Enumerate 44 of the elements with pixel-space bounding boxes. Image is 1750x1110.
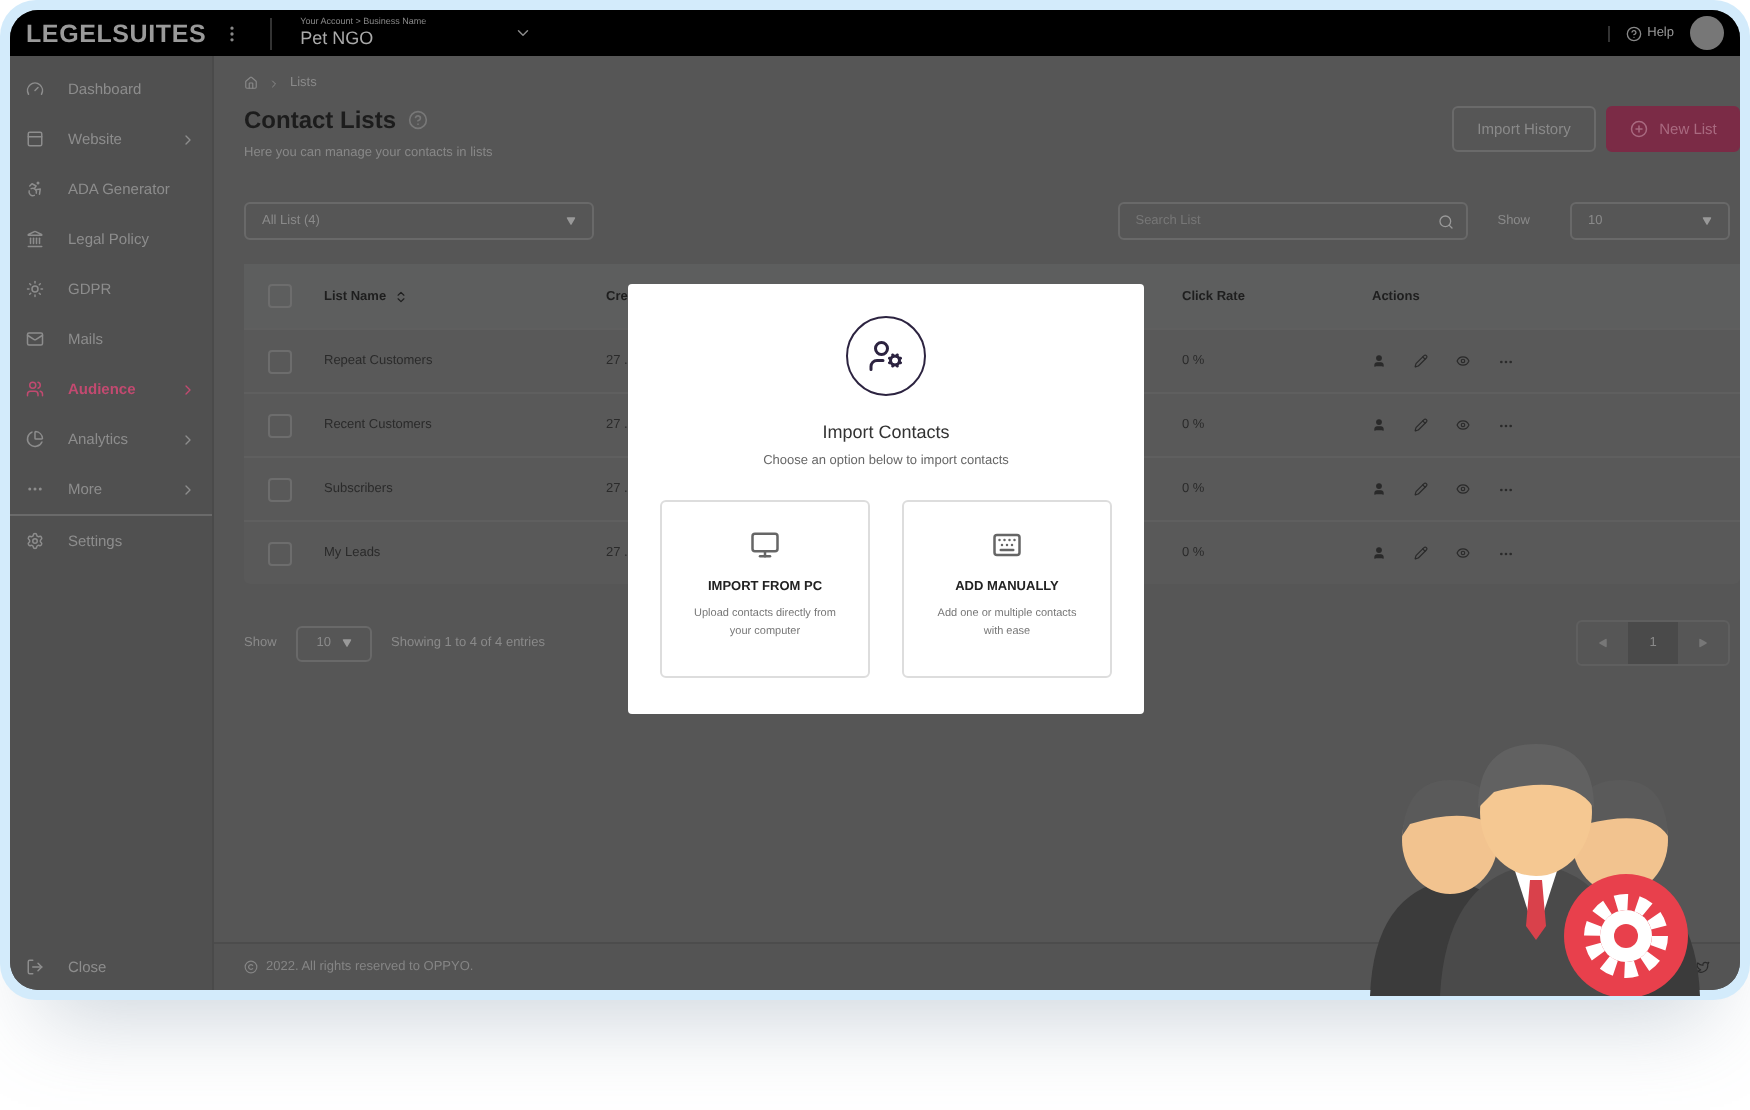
search-icon[interactable] — [1437, 213, 1454, 229]
caret-icon — [1702, 216, 1712, 226]
view-icon[interactable] — [1456, 546, 1470, 560]
chevron-down-icon[interactable] — [514, 24, 533, 42]
plus-icon — [1629, 120, 1648, 138]
right-triangle-icon — [1698, 638, 1708, 648]
twitter-icon[interactable] — [1696, 960, 1710, 974]
dialog-title: Import Contacts — [822, 422, 950, 442]
copyright-icon — [244, 960, 258, 974]
monitor-icon — [750, 530, 780, 560]
landmark-icon — [26, 230, 44, 248]
home-icon[interactable] — [244, 76, 258, 90]
gauge-icon — [26, 80, 44, 98]
pencil-icon[interactable] — [1414, 482, 1428, 496]
mail-icon — [26, 330, 44, 348]
caret-icon — [566, 216, 576, 226]
sort-icon[interactable] — [394, 289, 409, 303]
caret-icon — [341, 638, 351, 648]
keyboard-icon — [992, 530, 1022, 560]
user-icon[interactable] — [1372, 546, 1386, 560]
page-title: Contact Lists — [244, 106, 397, 134]
pie-chart-icon — [26, 430, 44, 448]
users-icon — [26, 380, 44, 398]
accessibility-icon — [26, 180, 44, 198]
pencil-icon[interactable] — [1414, 418, 1428, 432]
window-icon — [26, 130, 44, 148]
settings-icon — [26, 532, 44, 550]
view-icon[interactable] — [1456, 354, 1470, 368]
left-triangle-icon — [1598, 638, 1608, 648]
avatar[interactable] — [1690, 16, 1724, 50]
sun-icon — [26, 280, 44, 298]
app-logo: LEGELSUITES — [26, 19, 207, 47]
chevron-right-icon — [268, 77, 280, 89]
user-icon[interactable] — [1372, 354, 1386, 368]
user-icon[interactable] — [1372, 418, 1386, 432]
pencil-icon[interactable] — [1414, 546, 1428, 560]
view-icon[interactable] — [1456, 482, 1470, 496]
logout-icon[interactable] — [26, 957, 44, 975]
view-icon[interactable] — [1456, 418, 1470, 432]
help-icon[interactable] — [1625, 25, 1642, 41]
user-settings-icon — [846, 316, 926, 396]
user-icon[interactable] — [1372, 482, 1386, 496]
pencil-icon[interactable] — [1414, 354, 1428, 368]
account-name[interactable]: Pet NGO — [300, 30, 427, 49]
